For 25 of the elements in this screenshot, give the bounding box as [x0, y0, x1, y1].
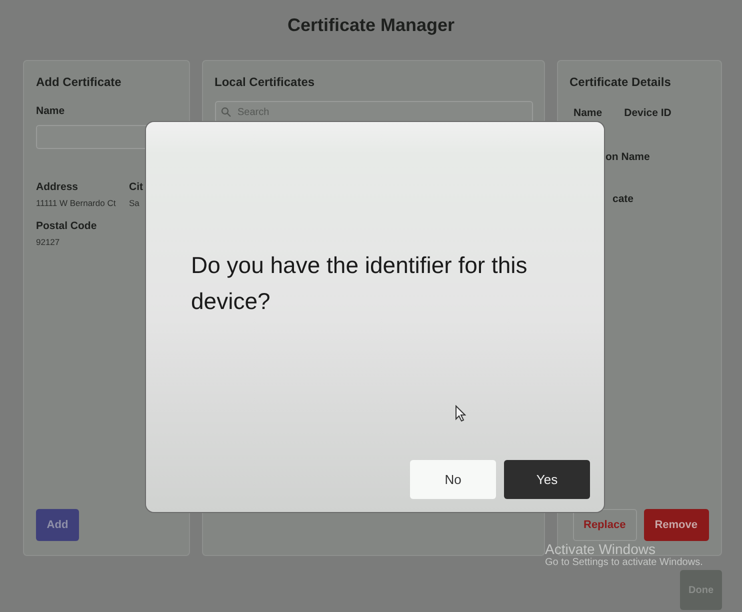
dialog-message: Do you have the identifier for this device? [191, 251, 528, 316]
detail-label: cate [612, 193, 634, 205]
activation-notice-title: Activate Windows [545, 541, 656, 557]
field-label: Address [36, 181, 78, 193]
field-value: Sa [129, 198, 140, 208]
cancel-button[interactable]: No [410, 460, 496, 499]
mouse-cursor-icon [455, 405, 466, 422]
panel-title: Local Certificates [214, 75, 315, 89]
detail-label: Name [574, 107, 602, 119]
field-value: 92127 [36, 237, 60, 247]
detail-label: on Name [606, 151, 650, 163]
name-label: Name [36, 105, 65, 117]
confirm-button[interactable]: Yes [504, 460, 590, 499]
detail-label: Device ID [624, 107, 672, 119]
field-label: Postal Code [36, 220, 97, 232]
panel-title: Add Certificate [36, 75, 122, 89]
page-title: Certificate Manager [286, 14, 456, 37]
replace-button[interactable]: Replace [572, 509, 637, 541]
add-button[interactable]: Add [36, 509, 79, 541]
search-icon [220, 107, 230, 117]
activation-notice-text: Go to Settings to activate Windows. [545, 557, 703, 569]
panel-title: Certificate Details [570, 75, 671, 89]
remove-button[interactable]: Remove [644, 509, 708, 541]
field-label: Cit [129, 181, 143, 193]
field-value: 11111 W Bernardo Ct [36, 198, 116, 208]
